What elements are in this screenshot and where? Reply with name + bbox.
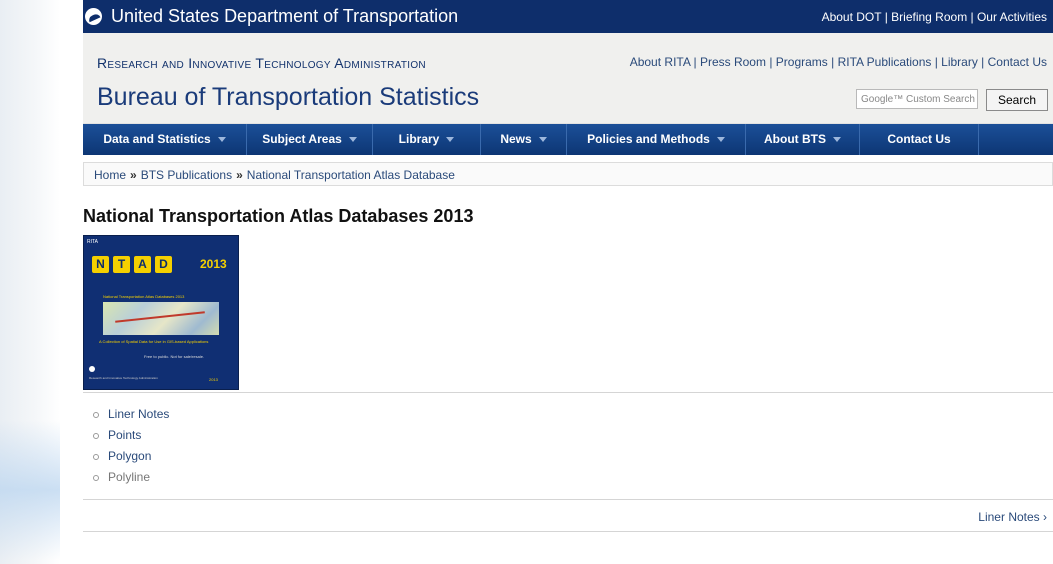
nav-label: Policies and Methods bbox=[587, 132, 710, 146]
breadcrumb-publications[interactable]: BTS Publications bbox=[141, 168, 232, 182]
dot-top-links[interactable]: About DOT | Briefing Room | Our Activiti… bbox=[822, 10, 1047, 24]
cover-rita-tag: RITA bbox=[87, 239, 99, 245]
cover-footer: Research and Innovative Technology Admin… bbox=[89, 376, 158, 380]
left-gradient bbox=[0, 0, 60, 564]
breadcrumb-home[interactable]: Home bbox=[94, 168, 126, 182]
page: United States Department of Transportati… bbox=[83, 0, 1053, 532]
dot-header-bar: United States Department of Transportati… bbox=[83, 0, 1053, 33]
divider bbox=[83, 499, 1053, 500]
nav-label: Data and Statistics bbox=[103, 132, 211, 146]
breadcrumb-separator: » bbox=[130, 168, 137, 182]
dot-seal-icon bbox=[89, 366, 95, 372]
chevron-down-icon bbox=[217, 137, 226, 143]
breadcrumb-separator: » bbox=[236, 168, 243, 182]
cover-letter: T bbox=[113, 256, 130, 273]
chevron-down-icon bbox=[833, 137, 841, 143]
cover-map-image bbox=[103, 302, 219, 335]
nav-item-library[interactable]: Library bbox=[373, 124, 481, 155]
ntad-cover-image[interactable]: RITA NTAD 2013 National Transportation A… bbox=[83, 235, 239, 390]
chevron-down-icon bbox=[538, 137, 547, 143]
nav-item-subject-areas[interactable]: Subject Areas bbox=[247, 124, 373, 155]
divider bbox=[83, 392, 1053, 393]
next-page-link[interactable]: Liner Notes › bbox=[978, 510, 1047, 524]
link-label[interactable]: Liner Notes bbox=[108, 407, 169, 421]
cover-footer-year: 2013 bbox=[209, 377, 218, 382]
nav-item-about-bts[interactable]: About BTS bbox=[746, 124, 860, 155]
chevron-down-icon bbox=[446, 137, 455, 143]
chevron-down-icon bbox=[348, 137, 357, 143]
page-title: National Transportation Atlas Databases … bbox=[83, 206, 474, 226]
cover-letters: NTAD bbox=[92, 255, 176, 273]
nav-label: About BTS bbox=[764, 132, 826, 146]
download-link-list: Liner Notes Points Polygon Polyline bbox=[93, 404, 169, 488]
chevron-down-icon bbox=[716, 137, 725, 143]
nav-label: News bbox=[500, 132, 532, 146]
breadcrumb-current[interactable]: National Transportation Atlas Database bbox=[247, 168, 455, 182]
rita-title[interactable]: Research and Innovative Technology Admin… bbox=[97, 55, 426, 71]
list-item-polygon[interactable]: Polygon bbox=[93, 446, 169, 467]
bullet-icon bbox=[93, 474, 99, 481]
search-input[interactable]: Google™ Custom Search bbox=[856, 89, 978, 109]
divider bbox=[83, 531, 1053, 532]
nav-item-contact-us[interactable]: Contact Us bbox=[860, 124, 979, 155]
cover-collection: A Collection of Spatial Data for Use in … bbox=[99, 339, 209, 344]
main-nav: Data and Statistics Subject Areas Librar… bbox=[83, 124, 1053, 155]
nav-label: Library bbox=[398, 132, 440, 146]
rita-links[interactable]: About RITA | Press Room | Programs | RIT… bbox=[630, 55, 1047, 69]
cover-letter: A bbox=[134, 256, 151, 273]
dot-title[interactable]: United States Department of Transportati… bbox=[111, 6, 458, 27]
list-item-polyline[interactable]: Polyline bbox=[93, 467, 169, 488]
cover-free-note: Free to public. Not for sale/resale. bbox=[144, 354, 205, 359]
list-item-liner-notes[interactable]: Liner Notes bbox=[93, 404, 169, 425]
link-label[interactable]: Polygon bbox=[108, 449, 151, 463]
cover-letter: D bbox=[155, 256, 172, 273]
link-label[interactable]: Polyline bbox=[108, 470, 150, 484]
list-item-points[interactable]: Points bbox=[93, 425, 169, 446]
cover-year: 2013 bbox=[200, 257, 227, 271]
bts-title[interactable]: Bureau of Transportation Statistics bbox=[97, 83, 479, 112]
cover-letter: N bbox=[92, 256, 109, 273]
dot-logo-icon[interactable] bbox=[85, 8, 102, 25]
nav-item-data-and-statistics[interactable]: Data and Statistics bbox=[83, 124, 247, 155]
nav-label: Subject Areas bbox=[262, 132, 342, 146]
bullet-icon bbox=[93, 411, 99, 418]
bullet-icon bbox=[93, 432, 99, 439]
bts-header: Research and Innovative Technology Admin… bbox=[83, 33, 1053, 124]
bullet-icon bbox=[93, 453, 99, 460]
search-button[interactable]: Search bbox=[986, 89, 1048, 111]
cover-subtitle: National Transportation Atlas Databases … bbox=[103, 294, 185, 299]
nav-item-news[interactable]: News bbox=[481, 124, 567, 155]
link-label[interactable]: Points bbox=[108, 428, 141, 442]
breadcrumb: Home » BTS Publications » National Transport… bbox=[83, 162, 1053, 186]
nav-label: Contact Us bbox=[887, 132, 951, 146]
nav-item-policies-and-methods[interactable]: Policies and Methods bbox=[567, 124, 746, 155]
left-glow bbox=[0, 420, 60, 560]
